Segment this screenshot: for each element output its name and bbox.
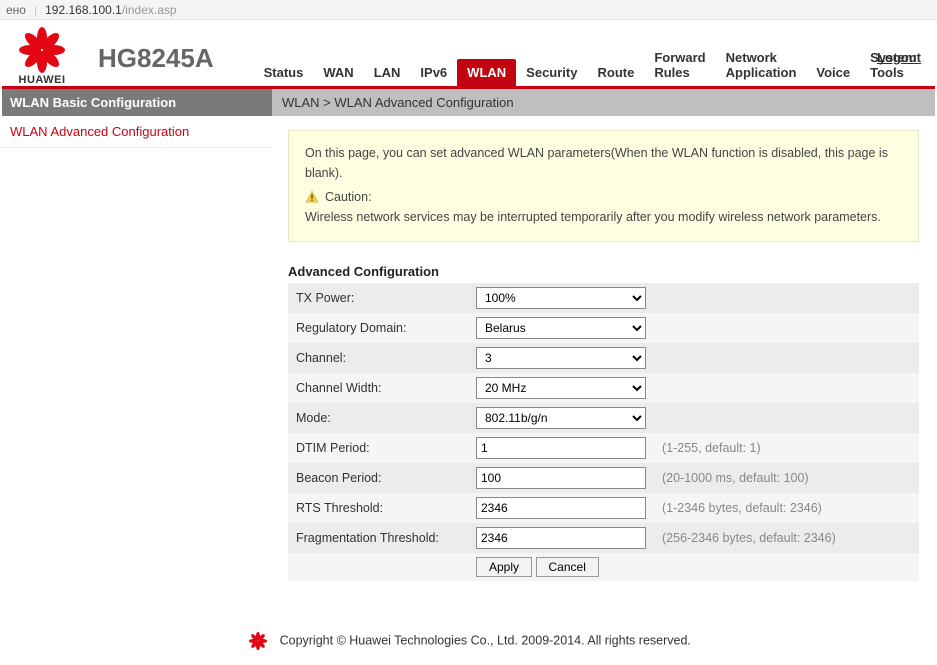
hint-tx-power: [654, 283, 919, 313]
input-rts[interactable]: [476, 497, 646, 519]
hint-channel-width: [654, 373, 919, 403]
hint-frag: (256-2346 bytes, default: 2346): [654, 523, 919, 553]
cancel-button[interactable]: Cancel: [536, 557, 599, 577]
select-channel[interactable]: 3: [476, 347, 646, 369]
caution-label: Caution:: [325, 187, 372, 207]
nav-status[interactable]: Status: [254, 59, 314, 86]
browser-address-bar: ено | 192.168.100.1/index.asp: [0, 0, 937, 20]
nav-lan[interactable]: LAN: [364, 59, 411, 86]
model-title: HG8245A: [98, 43, 214, 74]
hint-beacon: (20-1000 ms, default: 100): [654, 463, 919, 493]
huawei-flower-icon: [246, 631, 270, 651]
notice-line1: On this page, you can set advanced WLAN …: [305, 143, 902, 183]
nav-ipv6[interactable]: IPv6: [410, 59, 457, 86]
select-channel-width[interactable]: 20 MHz: [476, 377, 646, 399]
input-beacon[interactable]: [476, 467, 646, 489]
nav-wan[interactable]: WAN: [313, 59, 363, 86]
config-form: TX Power: 100% Regulatory Domain: Belaru…: [288, 283, 919, 581]
label-channel-width: Channel Width:: [288, 373, 468, 403]
label-mode: Mode:: [288, 403, 468, 433]
hint-channel: [654, 343, 919, 373]
address-url[interactable]: 192.168.100.1/index.asp: [45, 3, 176, 17]
nav-netapp[interactable]: Network Application: [716, 44, 807, 86]
nav-forward[interactable]: Forward Rules: [644, 44, 715, 86]
footer-text: Copyright © Huawei Technologies Co., Ltd…: [280, 633, 691, 647]
label-tx-power: TX Power:: [288, 283, 468, 313]
warning-icon: [305, 190, 319, 204]
nav-security[interactable]: Security: [516, 59, 587, 86]
nav-voice[interactable]: Voice: [806, 59, 860, 86]
hint-reg-domain: [654, 313, 919, 343]
huawei-flower-icon: [12, 26, 72, 74]
label-dtim: DTIM Period:: [288, 433, 468, 463]
apply-button[interactable]: Apply: [476, 557, 532, 577]
hint-mode: [654, 403, 919, 433]
section-title: Advanced Configuration: [288, 264, 919, 279]
label-channel: Channel:: [288, 343, 468, 373]
label-rts: RTS Threshold:: [288, 493, 468, 523]
select-mode[interactable]: 802.11b/g/n: [476, 407, 646, 429]
brand-label: HUAWEI: [19, 74, 66, 86]
hint-dtim: (1-255, default: 1): [654, 433, 919, 463]
page-header: HUAWEI HG8245A Status WAN LAN IPv6 WLAN …: [2, 20, 935, 86]
hint-rts: (1-2346 bytes, default: 2346): [654, 493, 919, 523]
nav-wlan[interactable]: WLAN: [457, 59, 516, 86]
address-separator: |: [34, 3, 37, 17]
sidebar-item-advanced[interactable]: WLAN Advanced Configuration: [2, 116, 272, 148]
breadcrumb: WLAN > WLAN Advanced Configuration: [272, 89, 935, 116]
main-nav: Status WAN LAN IPv6 WLAN Security Route …: [254, 44, 927, 86]
address-left-text: ено: [6, 3, 26, 17]
label-frag: Fragmentation Threshold:: [288, 523, 468, 553]
footer: Copyright © Huawei Technologies Co., Ltd…: [2, 621, 935, 665]
notice-line2: Wireless network services may be interru…: [305, 207, 902, 227]
input-dtim[interactable]: [476, 437, 646, 459]
notice-box: On this page, you can set advanced WLAN …: [288, 130, 919, 242]
label-beacon: Beacon Period:: [288, 463, 468, 493]
logout-link[interactable]: Logout: [877, 50, 921, 65]
brand-logo: HUAWEI: [12, 26, 72, 86]
nav-route[interactable]: Route: [587, 59, 644, 86]
label-reg-domain: Regulatory Domain:: [288, 313, 468, 343]
select-tx-power[interactable]: 100%: [476, 287, 646, 309]
input-frag[interactable]: [476, 527, 646, 549]
sidebar-header[interactable]: WLAN Basic Configuration: [2, 89, 272, 116]
sidebar: WLAN Basic Configuration WLAN Advanced C…: [2, 89, 272, 581]
select-reg-domain[interactable]: Belarus: [476, 317, 646, 339]
